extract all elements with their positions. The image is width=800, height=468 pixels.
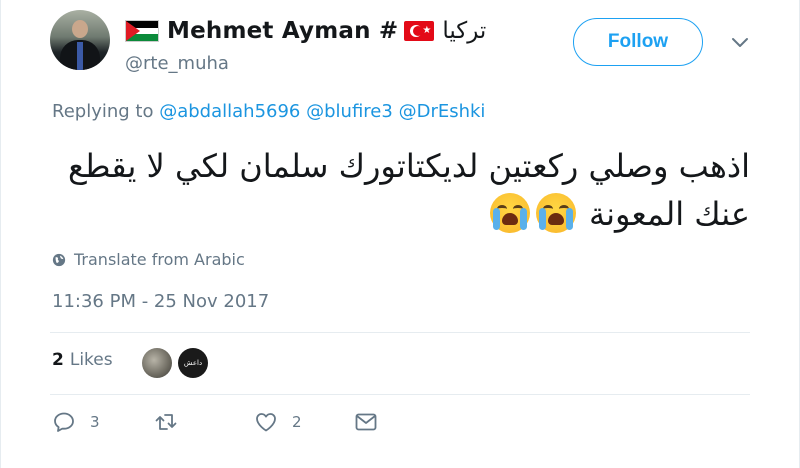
left-border <box>0 0 1 468</box>
reply-count: 3 <box>90 413 100 431</box>
loudly-crying-face-emoji <box>535 193 576 233</box>
tweet-line-1: اذهب وصلي ركعتين لديكتاتورك سلمان لكي لا… <box>68 147 750 185</box>
likes-count: 2 <box>52 350 64 370</box>
turkey-flag-icon: ★ <box>404 21 435 41</box>
avatar-face <box>72 20 88 38</box>
retweet-button[interactable] <box>154 410 178 434</box>
divider <box>50 394 750 395</box>
liker-avatar[interactable] <box>142 348 172 378</box>
mention-link[interactable]: @DrEshki <box>399 101 486 122</box>
tweet-header: Mehmet Ayman # ★ تركيا @rte_muha Follow <box>50 10 770 80</box>
tweet-timestamp[interactable]: 11:36 PM - 25 Nov 2017 <box>52 291 269 312</box>
retweet-icon <box>155 414 177 430</box>
likes-label: Likes <box>69 350 113 370</box>
mention-link[interactable]: @abdallah5696 <box>159 101 300 122</box>
tweet-line-2: عنك المعونة <box>60 190 750 238</box>
tweet-line-2-text: عنك المعونة <box>588 195 750 233</box>
likes-summary[interactable]: 2 Likes <box>52 350 113 370</box>
mention-link[interactable]: @blufire3 <box>306 101 393 122</box>
avatar-stripe <box>77 42 83 70</box>
display-name: Mehmet Ayman # <box>167 18 399 44</box>
envelope-icon <box>355 413 377 431</box>
loudly-crying-face-emoji <box>489 193 530 233</box>
avatar[interactable] <box>50 10 110 70</box>
user-handle[interactable]: @rte_muha <box>125 53 229 74</box>
likers-avatars: داعش <box>142 348 214 378</box>
replying-label: Replying to <box>52 101 154 122</box>
reply-button[interactable]: 3 <box>52 410 100 434</box>
user-name-row[interactable]: Mehmet Ayman # ★ تركيا <box>125 18 486 44</box>
chevron-down-icon[interactable] <box>730 32 750 52</box>
display-name-arabic: تركيا <box>442 18 487 44</box>
liker-avatar[interactable]: داعش <box>178 348 208 378</box>
follow-button[interactable]: Follow <box>573 18 703 66</box>
tweet-text: اذهب وصلي ركعتين لديكتاتورك سلمان لكي لا… <box>60 142 750 238</box>
reply-icon <box>54 412 74 432</box>
replying-to: Replying to @abdallah5696 @blufire3 @DrE… <box>52 101 485 122</box>
like-count: 2 <box>292 413 302 431</box>
translate-label: Translate from Arabic <box>74 250 245 269</box>
direct-message-button[interactable] <box>354 410 378 434</box>
palestine-flag-icon <box>125 20 159 42</box>
liker-avatar-text: داعش <box>183 359 203 367</box>
heart-icon <box>256 413 276 432</box>
globe-icon <box>52 253 66 266</box>
like-button[interactable]: 2 <box>254 410 302 434</box>
divider <box>50 332 750 333</box>
translate-link[interactable]: Translate from Arabic <box>52 250 245 269</box>
